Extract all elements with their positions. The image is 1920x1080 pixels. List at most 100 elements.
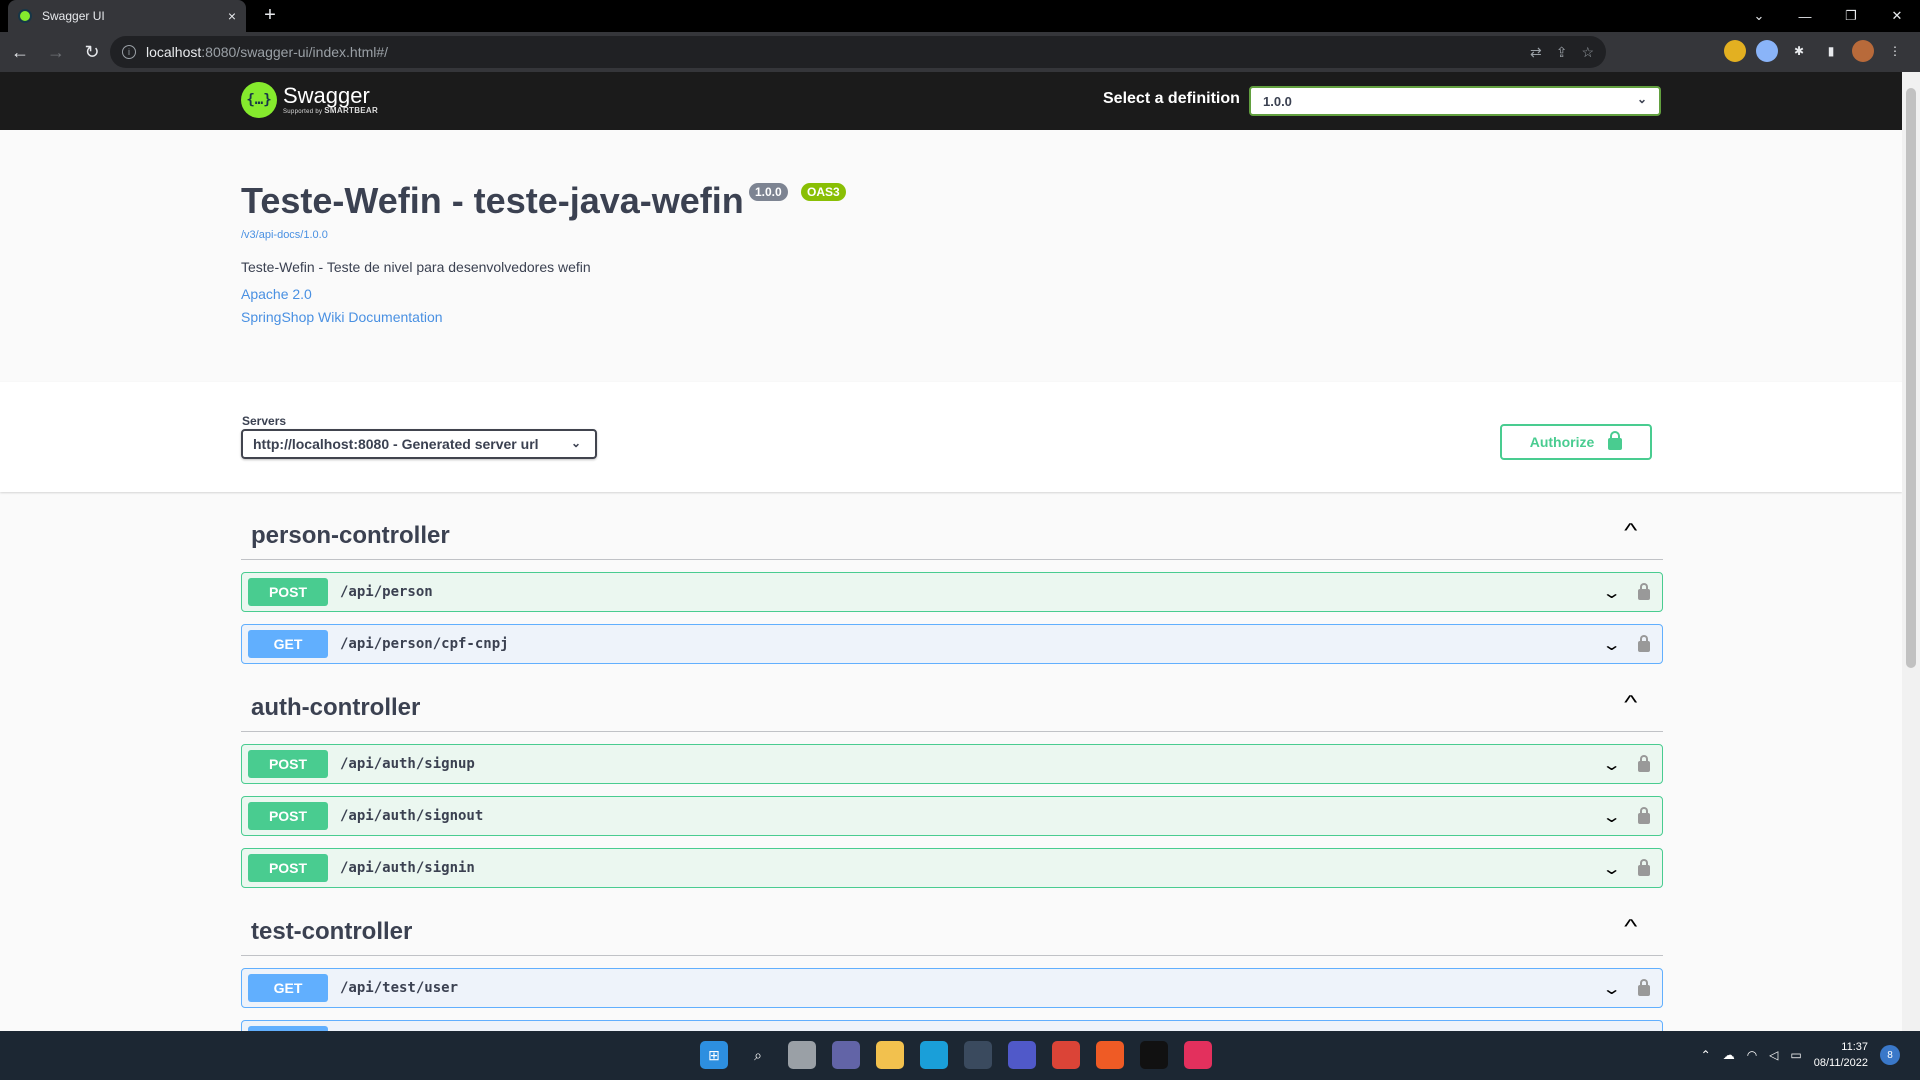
chevron-up-icon[interactable]: ⌃: [1701, 1048, 1711, 1062]
operation-row[interactable]: POST/api/auth/signin ⌄: [241, 848, 1663, 888]
tag-section: person-controller ^ POST/api/person ⌄ GET/ap…: [241, 492, 1663, 664]
intellij-icon[interactable]: [1184, 1041, 1212, 1069]
teams-icon[interactable]: [1008, 1041, 1036, 1069]
task-view-icon[interactable]: [788, 1041, 816, 1069]
tag-header[interactable]: test-controller ^: [241, 888, 1663, 956]
tag-header[interactable]: person-controller ^: [241, 492, 1663, 560]
start-icon[interactable]: ⊞: [700, 1041, 728, 1069]
close-window-button[interactable]: ✕: [1874, 8, 1920, 24]
swagger-logo-icon: {…}: [241, 82, 277, 118]
new-tab-button[interactable]: +: [258, 4, 282, 28]
api-info: Teste-Wefin - teste-java-wefin 1.0.0 OAS…: [0, 130, 1902, 382]
operation-row[interactable]: POST/api/auth/signup ⌄: [241, 744, 1663, 784]
lock-icon[interactable]: [1638, 979, 1650, 996]
address-bar[interactable]: i localhost:8080/swagger-ui/index.html#/…: [110, 36, 1606, 68]
lock-icon[interactable]: [1638, 635, 1650, 652]
lock-icon[interactable]: [1638, 807, 1650, 824]
chevron-down-icon[interactable]: ⌄: [1601, 859, 1621, 879]
operation-row[interactable]: GET/api/test/mod⌄: [241, 1020, 1663, 1031]
definition-value: 1.0.0: [1263, 93, 1292, 109]
puzzle-extensions-icon[interactable]: ✱: [1788, 40, 1810, 62]
browser-tab[interactable]: Swagger UI ×: [8, 0, 246, 32]
operation-path: /api/person: [340, 584, 433, 600]
operation-row[interactable]: GET/api/test/user ⌄: [241, 968, 1663, 1008]
definition-select[interactable]: 1.0.0 ⌄: [1249, 86, 1661, 116]
extension-icon[interactable]: [1756, 40, 1778, 62]
terminal-icon[interactable]: [1140, 1041, 1168, 1069]
back-icon[interactable]: ←: [4, 36, 36, 68]
cloud-icon[interactable]: ☁: [1723, 1048, 1735, 1062]
search-icon[interactable]: ⌕: [744, 1041, 772, 1069]
tab-close-icon[interactable]: ×: [228, 8, 236, 24]
battery-icon[interactable]: ▭: [1790, 1048, 1801, 1062]
page-scrollbar[interactable]: [1902, 72, 1920, 1031]
minimize-button[interactable]: —: [1782, 9, 1828, 24]
translate-icon[interactable]: ⇄: [1530, 44, 1542, 61]
side-panel-icon[interactable]: ▮: [1820, 40, 1842, 62]
servers-value: http://localhost:8080 - Generated server…: [253, 436, 539, 452]
operation-row[interactable]: POST/api/auth/signout ⌄: [241, 796, 1663, 836]
chrome-icon[interactable]: [1052, 1041, 1080, 1069]
file-explorer-icon[interactable]: [876, 1041, 904, 1069]
site-info-icon[interactable]: i: [122, 45, 136, 59]
method-badge: POST: [248, 578, 328, 606]
authorize-button[interactable]: Authorize: [1500, 424, 1652, 460]
swagger-page: {…} Swagger Supported by SMARTBEAR Selec…: [0, 72, 1902, 1031]
notification-badge[interactable]: 8: [1880, 1045, 1900, 1065]
chat-icon[interactable]: [832, 1041, 860, 1069]
method-badge: GET: [248, 630, 328, 658]
tag-header[interactable]: auth-controller ^: [241, 664, 1663, 732]
chevron-up-icon[interactable]: ^: [1624, 520, 1637, 543]
chevron-down-icon[interactable]: ⌄: [1601, 807, 1621, 827]
store-icon[interactable]: [964, 1041, 992, 1069]
edge-icon[interactable]: [920, 1041, 948, 1069]
restore-button[interactable]: ❐: [1828, 8, 1874, 24]
operation-path: /api/auth/signin: [340, 860, 475, 876]
chevron-up-icon[interactable]: ^: [1624, 692, 1637, 715]
postman-icon[interactable]: [1096, 1041, 1124, 1069]
forward-icon[interactable]: →: [40, 36, 72, 68]
version-badge: 1.0.0: [749, 183, 788, 201]
chevron-down-icon: ⌄: [570, 436, 581, 450]
wifi-icon[interactable]: ◠: [1747, 1048, 1757, 1062]
logo-sub: Supported by: [283, 108, 323, 115]
logo-brand: SMARTBEAR: [324, 105, 379, 115]
tab-search-icon[interactable]: ⌄: [1736, 8, 1782, 24]
menu-dots-icon[interactable]: ⋮: [1884, 40, 1906, 62]
extension-icon[interactable]: [1724, 40, 1746, 62]
browser-tab-strip: Swagger UI × + ⌄ — ❐ ✕: [0, 0, 1920, 32]
operation-row[interactable]: GET/api/person/cpf-cnpj ⌄: [241, 624, 1663, 664]
logo-title: Swagger: [283, 82, 370, 108]
volume-icon[interactable]: ◁: [1769, 1048, 1778, 1062]
operations-list: person-controller ^ POST/api/person ⌄ GET/ap…: [0, 492, 1902, 1031]
license-link[interactable]: Apache 2.0: [241, 286, 312, 302]
operation-path: /api/person/cpf-cnpj: [340, 636, 509, 652]
lock-icon: [1608, 431, 1623, 450]
api-docs-link[interactable]: /v3/api-docs/1.0.0: [241, 229, 328, 241]
definition-label: Select a definition: [1103, 90, 1240, 107]
chevron-down-icon[interactable]: ⌄: [1601, 755, 1621, 775]
reload-icon[interactable]: ↻: [76, 36, 108, 68]
lock-icon[interactable]: [1638, 755, 1650, 772]
lock-icon[interactable]: [1638, 859, 1650, 876]
method-badge: POST: [248, 854, 328, 882]
bookmark-star-icon[interactable]: ☆: [1581, 44, 1594, 61]
url-path: :8080/swagger-ui/index.html#/: [201, 44, 389, 60]
chevron-down-icon[interactable]: ⌄: [1601, 979, 1621, 999]
servers-select[interactable]: http://localhost:8080 - Generated server…: [241, 429, 597, 459]
chevron-down-icon[interactable]: ⌄: [1601, 635, 1621, 655]
swagger-logo[interactable]: {…} Swagger Supported by SMARTBEAR: [241, 82, 378, 118]
method-badge: GET: [248, 974, 328, 1002]
external-docs-link[interactable]: SpringShop Wiki Documentation: [241, 309, 443, 325]
window-controls: ⌄ — ❐ ✕: [1736, 0, 1920, 32]
tag-title: auth-controller: [251, 694, 421, 721]
profile-avatar[interactable]: [1852, 40, 1874, 62]
share-icon[interactable]: ⇪: [1556, 44, 1568, 61]
lock-icon[interactable]: [1638, 583, 1650, 600]
clock-time: 11:37: [1841, 1041, 1868, 1053]
scrollbar-thumb[interactable]: [1906, 88, 1916, 668]
clock[interactable]: 11:37 08/11/2022: [1814, 1039, 1868, 1071]
operation-row[interactable]: POST/api/person ⌄: [241, 572, 1663, 612]
chevron-up-icon[interactable]: ^: [1624, 916, 1637, 939]
chevron-down-icon[interactable]: ⌄: [1601, 583, 1621, 603]
